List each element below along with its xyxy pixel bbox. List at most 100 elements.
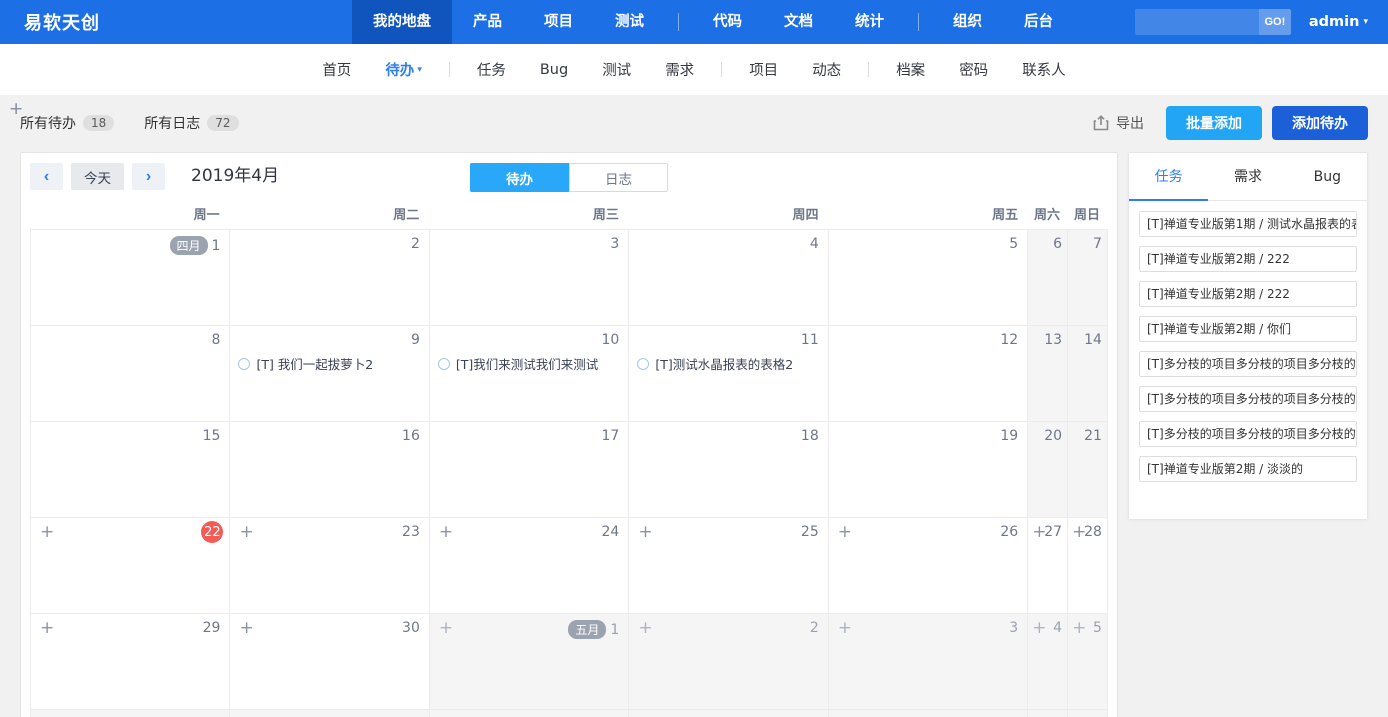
calendar-day-cell[interactable]: 14 (1068, 326, 1108, 422)
topnav-item[interactable]: 项目 (523, 0, 594, 44)
calendar-day-cell[interactable]: 6 (1028, 230, 1069, 326)
add-todo-icon[interactable]: + (838, 522, 852, 542)
todo-status-circle[interactable] (238, 357, 251, 370)
prev-month-button[interactable]: ‹ (30, 163, 63, 190)
calendar-day-cell[interactable]: +30 (230, 614, 430, 710)
calendar-day-cell[interactable]: +28 (1068, 518, 1108, 614)
calendar-day-cell[interactable]: 15 (31, 422, 231, 518)
add-todo-icon[interactable]: + (239, 618, 253, 638)
topnav-item[interactable]: 产品 (452, 0, 523, 44)
add-todo-button[interactable]: + 添加待办 (9, 99, 1368, 140)
calendar-day-cell[interactable]: 四月 1 (31, 230, 231, 326)
calendar-day-cell[interactable] (230, 710, 430, 717)
calendar-day-cell[interactable] (1028, 710, 1069, 717)
batch-add-button[interactable]: + 批量添加 (9, 99, 1262, 140)
calendar-day-cell[interactable]: 18 (629, 422, 829, 518)
calendar-day-cell[interactable]: 20 (1028, 422, 1069, 518)
calendar-day-cell[interactable]: +4 (1028, 614, 1069, 710)
subnav-item[interactable]: 动态 (795, 59, 858, 80)
filter-toggle[interactable]: 所有待办 18 (20, 113, 115, 133)
calendar-day-cell[interactable]: +3 (828, 614, 1029, 710)
calendar-day-cell[interactable]: +29 (31, 614, 231, 710)
user-menu[interactable]: admin ▾ (1309, 14, 1368, 30)
calendar-day-cell[interactable]: 17 (429, 422, 630, 518)
sidebar-task-item[interactable]: [T]多分枝的项目多分枝的项目多分枝的项目 (1139, 386, 1357, 412)
calendar-day-cell[interactable]: 21 (1068, 422, 1108, 518)
add-todo-icon[interactable]: + (239, 522, 253, 542)
calendar-day-cell[interactable] (429, 710, 630, 717)
add-todo-icon[interactable]: + (439, 522, 453, 542)
sidebar-task-item[interactable]: [T]禅道专业版第2期 / 你们 (1139, 316, 1357, 342)
todo-event[interactable]: [T]测试水晶报表的表格2 (637, 354, 819, 373)
calendar-day-cell[interactable]: 12 (828, 326, 1029, 422)
topnav-item[interactable]: 统计 (834, 0, 905, 44)
filter-toggle[interactable]: 所有日志 72 (144, 113, 239, 133)
add-todo-icon[interactable]: + (1032, 618, 1046, 638)
todo-event[interactable]: [T] 我们一起拔萝卜2 (238, 354, 420, 373)
todo-event[interactable]: [T]我们来测试我们来测试 (437, 354, 620, 373)
sidebar-task-item[interactable]: [T]禅道专业版第1期 / 测试水晶报表的表格 (1139, 211, 1357, 237)
calendar-day-cell[interactable]: +22 (31, 518, 231, 614)
calendar-day-cell[interactable]: 9 [T] 我们一起拔萝卜2 (230, 326, 430, 422)
subnav-item[interactable]: 任务 (460, 59, 523, 80)
add-todo-icon[interactable]: + (40, 522, 54, 542)
calendar-day-cell[interactable]: 16 (230, 422, 430, 518)
calendar-day-cell[interactable] (31, 710, 231, 717)
subnav-item[interactable]: 测试 (585, 59, 648, 80)
topnav-item[interactable]: 我的地盘 (352, 0, 452, 44)
calendar-day-cell[interactable]: 2 (230, 230, 430, 326)
calendar-day-cell[interactable]: 13 (1028, 326, 1069, 422)
view-toggle-button[interactable]: 日志 (569, 163, 668, 192)
add-todo-icon[interactable]: + (439, 618, 453, 638)
subnav-item[interactable]: 密码 (942, 59, 1005, 80)
calendar-day-cell[interactable]: +26 (828, 518, 1029, 614)
calendar-day-cell[interactable]: 11 [T]测试水晶报表的表格2 (629, 326, 829, 422)
calendar-day-cell[interactable]: 19 (828, 422, 1029, 518)
subnav-item[interactable]: 待办 ▾ (368, 59, 439, 80)
calendar-day-cell[interactable]: 3 (429, 230, 630, 326)
topnav-item[interactable]: 后台 (1003, 0, 1074, 44)
add-todo-icon[interactable]: + (638, 522, 652, 542)
sidebar-tab[interactable]: 需求 (1208, 153, 1287, 200)
calendar-day-cell[interactable]: +25 (629, 518, 829, 614)
calendar-day-cell[interactable] (629, 710, 829, 717)
calendar-day-cell[interactable]: 8 (31, 326, 231, 422)
calendar-day-cell[interactable]: +27 (1028, 518, 1069, 614)
search-input[interactable] (1134, 9, 1259, 35)
topnav-item[interactable]: 代码 (692, 0, 763, 44)
calendar-day-cell[interactable] (828, 710, 1029, 717)
sidebar-task-item[interactable]: [T]多分枝的项目多分枝的项目多分枝的项目 (1139, 421, 1357, 447)
sidebar-task-item[interactable]: [T]禅道专业版第2期 / 222 (1139, 246, 1357, 272)
topnav-item[interactable]: 测试 (594, 0, 665, 44)
calendar-day-cell[interactable]: +2 (629, 614, 829, 710)
search-go-button[interactable]: GO! (1258, 9, 1291, 35)
todo-status-circle[interactable] (437, 357, 450, 370)
add-todo-icon[interactable]: + (1072, 618, 1086, 638)
topnav-item[interactable]: 文档 (763, 0, 834, 44)
calendar-day-cell[interactable]: +5 (1068, 614, 1108, 710)
calendar-day-cell[interactable] (1068, 710, 1108, 717)
sidebar-task-item[interactable]: [T]禅道专业版第2期 / 淡淡的 (1139, 456, 1357, 482)
subnav-item[interactable]: 档案 (879, 59, 942, 80)
sidebar-tab[interactable]: Bug (1288, 153, 1367, 200)
calendar-day-cell[interactable]: +24 (429, 518, 630, 614)
export-button[interactable]: 导出 (1093, 113, 1144, 133)
sidebar-task-item[interactable]: [T]禅道专业版第2期 / 222 (1139, 281, 1357, 307)
subnav-item[interactable]: 需求 (648, 59, 711, 80)
topnav-item[interactable]: 组织 (932, 0, 1003, 44)
next-month-button[interactable]: › (132, 163, 165, 190)
add-todo-icon[interactable]: + (638, 618, 652, 638)
calendar-day-cell[interactable]: + 五月 1 (429, 614, 630, 710)
calendar-day-cell[interactable]: 4 (629, 230, 829, 326)
subnav-item[interactable]: 项目 (732, 59, 795, 80)
todo-status-circle[interactable] (637, 357, 650, 370)
subnav-item[interactable]: 联系人 (1005, 59, 1083, 80)
subnav-item[interactable]: 首页 (305, 59, 368, 80)
today-button[interactable]: 今天 (71, 163, 124, 190)
add-todo-icon[interactable]: + (40, 618, 54, 638)
calendar-day-cell[interactable]: 7 (1068, 230, 1108, 326)
calendar-day-cell[interactable]: +23 (230, 518, 430, 614)
add-todo-icon[interactable]: + (838, 618, 852, 638)
subnav-item[interactable]: Bug (523, 62, 585, 78)
sidebar-tab[interactable]: 任务 (1129, 153, 1209, 201)
